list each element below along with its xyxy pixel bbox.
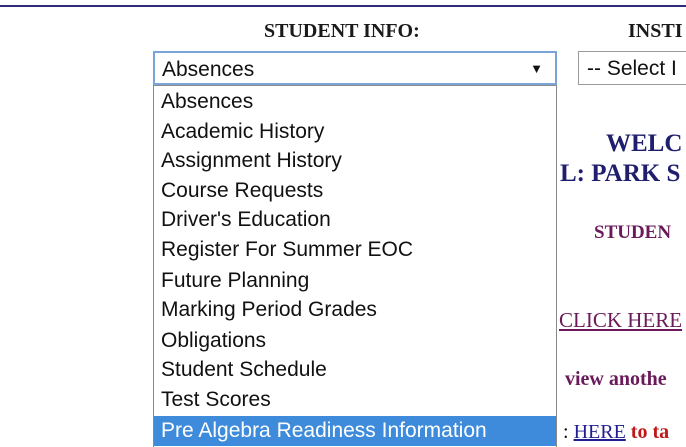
option-student-schedule[interactable]: Student Schedule xyxy=(154,355,556,385)
instructor-heading: INSTI xyxy=(628,20,683,42)
option-obligations[interactable]: Obligations xyxy=(154,326,556,356)
option-course-requests[interactable]: Course Requests xyxy=(154,176,556,206)
option-test-scores[interactable]: Test Scores xyxy=(154,385,556,415)
student-info-heading: STUDENT INFO: xyxy=(264,20,420,42)
top-divider xyxy=(0,5,686,7)
option-absences[interactable]: Absences xyxy=(154,87,556,117)
here-link[interactable]: HERE xyxy=(574,421,626,443)
option-drivers-education[interactable]: Driver's Education xyxy=(154,205,556,235)
option-marking-period-grades[interactable]: Marking Period Grades xyxy=(154,295,556,325)
student-info-select-value: Absences xyxy=(162,58,255,81)
student-info-dropdown-list[interactable]: Absences Academic History Assignment His… xyxy=(153,85,557,447)
welcome-heading: WELC xyxy=(606,130,683,157)
here-link-rest: to ta xyxy=(625,421,670,443)
option-pre-algebra-readiness[interactable]: Pre Algebra Readiness Information xyxy=(154,416,556,446)
dropdown-arrow-icon[interactable]: ▼ xyxy=(530,61,543,76)
instructor-select-value: -- Select I xyxy=(587,57,677,80)
view-another-text: view anothe xyxy=(565,368,667,390)
option-future-planning[interactable]: Future Planning xyxy=(154,266,556,296)
option-register-summer-eoc[interactable]: Register For Summer EOC xyxy=(154,235,556,265)
student-info-select[interactable]: Absences ▼ xyxy=(153,51,557,85)
option-academic-history[interactable]: Academic History xyxy=(154,117,556,147)
here-prefix: : xyxy=(563,421,574,443)
here-link-line: : HERE to ta xyxy=(563,421,669,444)
click-here-link[interactable]: CLICK HERE xyxy=(559,308,682,333)
student-name-label: STUDEN xyxy=(594,222,672,243)
school-name-heading: L: PARK S xyxy=(560,160,681,187)
option-assignment-history[interactable]: Assignment History xyxy=(154,146,556,176)
instructor-select[interactable]: -- Select I xyxy=(578,51,686,85)
